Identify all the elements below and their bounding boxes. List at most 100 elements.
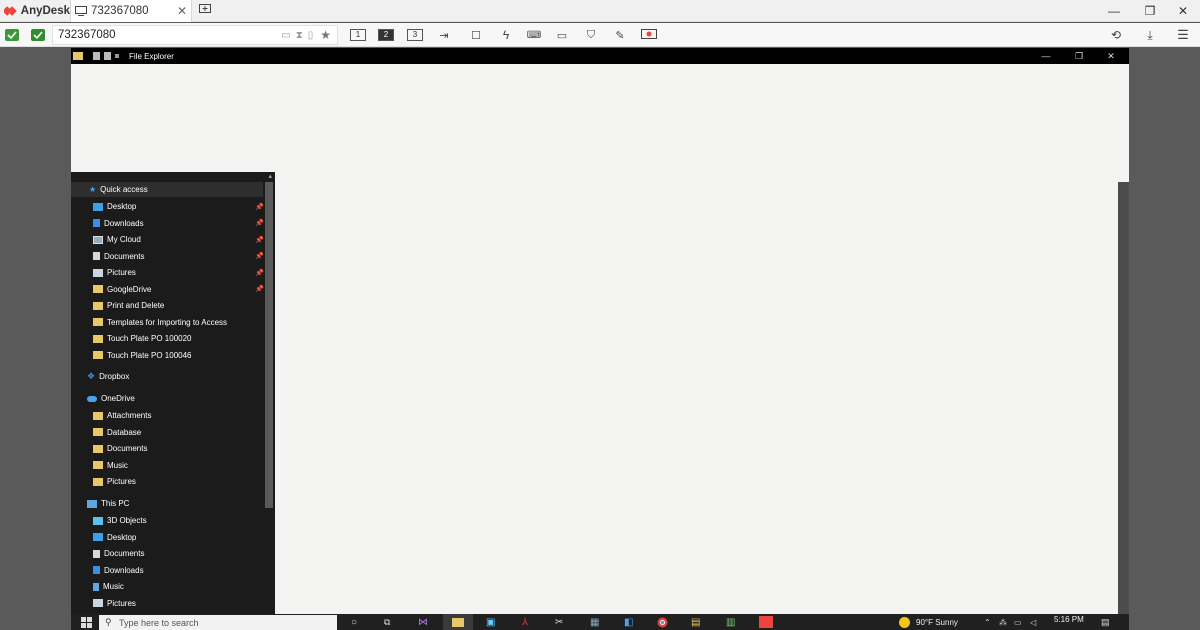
nav-item[interactable]: Music bbox=[93, 458, 263, 473]
nav-item[interactable]: Pictures 📌 bbox=[93, 265, 264, 280]
pin-icon[interactable]: 📌 bbox=[255, 236, 264, 244]
hourglass-icon[interactable]: ⧗ bbox=[296, 30, 303, 41]
nav-item[interactable]: Touch Plate PO 100046 bbox=[93, 348, 263, 363]
new-tab-button[interactable] bbox=[194, 3, 216, 18]
nav-dropbox[interactable]: ❖ Dropbox bbox=[87, 369, 129, 384]
snipping-tool-icon[interactable]: ✂ bbox=[555, 614, 563, 630]
notifications-icon[interactable]: ▤ bbox=[1101, 614, 1110, 630]
keyboard-icon[interactable]: ⌨ bbox=[525, 26, 543, 44]
nav-onedrive[interactable]: OneDrive bbox=[87, 391, 135, 406]
nav-item[interactable]: My Cloud 📌 bbox=[93, 232, 264, 247]
nav-item[interactable]: Touch Plate PO 100020 bbox=[93, 331, 263, 346]
pin-icon[interactable]: 📌 bbox=[255, 203, 264, 211]
address-bar[interactable]: 732367080 ▭ ⧗ ▯ ★ bbox=[52, 25, 338, 45]
scroll-up-icon[interactable]: ▴ bbox=[268, 172, 272, 180]
fe-minimize-button[interactable]: — bbox=[1031, 48, 1061, 64]
nav-item[interactable]: Print and Delete bbox=[93, 298, 263, 313]
start-button[interactable] bbox=[81, 614, 92, 630]
pictures-icon bbox=[93, 268, 103, 277]
properties-icon[interactable] bbox=[93, 52, 100, 60]
nav-item[interactable]: Pictures bbox=[93, 474, 263, 489]
download-icon[interactable]: ⤓ bbox=[1141, 26, 1159, 44]
fe-close-button[interactable]: ✕ bbox=[1096, 48, 1126, 64]
quick-access-toolbar bbox=[93, 52, 123, 60]
nav-item-label: My Cloud bbox=[107, 235, 141, 244]
pin-icon[interactable]: 📌 bbox=[255, 252, 264, 260]
actions-bolt-icon[interactable]: ϟ bbox=[498, 26, 514, 44]
document-icon bbox=[93, 549, 100, 558]
nav-scrollbar[interactable] bbox=[265, 182, 273, 508]
content-scrollbar[interactable] bbox=[1118, 182, 1129, 614]
record-session-icon[interactable] bbox=[640, 26, 658, 44]
permissions-shield-icon[interactable]: ⛉ bbox=[583, 26, 599, 44]
anydesk-taskbar-icon[interactable] bbox=[759, 614, 773, 630]
folder-icon bbox=[93, 301, 103, 310]
fe-restore-button[interactable]: ❐ bbox=[1064, 48, 1094, 64]
notepad-icon[interactable]: ▥ bbox=[726, 614, 735, 630]
main-menu-icon[interactable]: ☰ bbox=[1174, 26, 1192, 44]
monitor-2-button[interactable]: 2 bbox=[377, 26, 395, 44]
remote-screen[interactable]: File Explorer — ❐ ✕ ▴ ★ Quick access Des… bbox=[71, 48, 1129, 614]
favorite-star-icon[interactable]: ★ bbox=[320, 28, 331, 42]
pin-icon[interactable]: 📌 bbox=[255, 285, 264, 293]
nav-item[interactable]: Downloads bbox=[93, 563, 263, 578]
display-icon[interactable]: ▭ bbox=[554, 26, 570, 44]
cortana-icon[interactable]: ○ bbox=[351, 614, 357, 630]
nav-item[interactable]: Documents 📌 bbox=[93, 249, 264, 264]
sticky-notes-icon[interactable]: ▤ bbox=[691, 614, 700, 630]
nav-item[interactable]: Pictures bbox=[93, 596, 263, 611]
pin-icon[interactable]: 📌 bbox=[255, 269, 264, 277]
store-icon[interactable]: ◧ bbox=[624, 614, 633, 630]
nav-item[interactable]: 3D Objects bbox=[93, 513, 263, 528]
clipboard-icon[interactable]: ▯ bbox=[308, 30, 314, 41]
monitor-3-label: 3 bbox=[407, 29, 423, 41]
chat-icon[interactable]: ☐ bbox=[468, 26, 484, 44]
anydesk-logo-icon bbox=[4, 5, 17, 16]
screen-icon[interactable]: ▭ bbox=[281, 30, 290, 41]
taskbar-search[interactable]: ⚲ Type here to search bbox=[99, 615, 337, 630]
nav-item-label: Desktop bbox=[107, 532, 137, 542]
volume-icon[interactable]: ◁ bbox=[1030, 614, 1036, 630]
address-value: 732367080 bbox=[58, 29, 116, 41]
new-folder-icon[interactable] bbox=[104, 52, 111, 60]
nav-item-label: Pictures bbox=[107, 598, 136, 608]
nav-label: OneDrive bbox=[101, 394, 135, 403]
nav-item[interactable]: Attachments bbox=[93, 408, 263, 423]
nav-item[interactable]: Templates for Importing to Access bbox=[93, 315, 263, 330]
visual-studio-icon[interactable]: ⋈ bbox=[418, 614, 428, 630]
nav-item[interactable]: Database bbox=[93, 425, 263, 440]
nav-item[interactable]: Documents bbox=[93, 546, 263, 561]
file-transfer-icon[interactable]: ⇥ bbox=[436, 26, 452, 44]
chrome-icon[interactable] bbox=[657, 614, 668, 630]
music-icon bbox=[93, 582, 99, 591]
terminal-icon[interactable]: ▣ bbox=[486, 614, 495, 630]
monitor-3-button[interactable]: 3 bbox=[406, 26, 424, 44]
calculator-icon[interactable]: ▦ bbox=[590, 614, 599, 630]
nav-item[interactable]: Documents bbox=[93, 441, 263, 456]
taskbar-file-explorer[interactable] bbox=[443, 614, 473, 630]
clock[interactable]: 5:16 PM bbox=[1054, 614, 1084, 630]
acrobat-icon[interactable]: ⅄ bbox=[522, 614, 528, 630]
network-icon[interactable]: ⁂ bbox=[999, 614, 1007, 630]
weather-widget[interactable]: 90°F Sunny bbox=[899, 614, 958, 630]
customize-toolbar-icon[interactable] bbox=[115, 54, 119, 58]
pin-icon[interactable]: 📌 bbox=[255, 219, 264, 227]
nav-quick-access[interactable]: ★ Quick access bbox=[71, 182, 263, 197]
history-icon[interactable]: ⟲ bbox=[1107, 26, 1125, 44]
nav-item[interactable]: Desktop 📌 bbox=[93, 199, 264, 214]
minimize-button[interactable]: — bbox=[1097, 0, 1131, 22]
task-view-icon[interactable]: ⧉ bbox=[384, 614, 390, 630]
nav-item[interactable]: Desktop bbox=[93, 530, 263, 545]
nav-item[interactable]: Music bbox=[93, 579, 263, 594]
nav-item[interactable]: Downloads 📌 bbox=[93, 216, 264, 231]
nav-item[interactable]: GoogleDrive 📌 bbox=[93, 282, 264, 297]
close-button[interactable]: ✕ bbox=[1166, 0, 1200, 22]
monitor-1-button[interactable]: 1 bbox=[349, 26, 367, 44]
restore-button[interactable]: ❐ bbox=[1133, 0, 1167, 22]
display-tray-icon[interactable]: ▭ bbox=[1014, 614, 1022, 630]
tab-close-icon[interactable]: ✕ bbox=[177, 4, 187, 18]
tray-chevron-icon[interactable]: ⌃ bbox=[984, 614, 991, 630]
whiteboard-pen-icon[interactable]: ✎ bbox=[612, 26, 628, 44]
nav-this-pc[interactable]: This PC bbox=[87, 496, 129, 511]
tab-session[interactable]: 732367080 ✕ bbox=[70, 0, 192, 22]
